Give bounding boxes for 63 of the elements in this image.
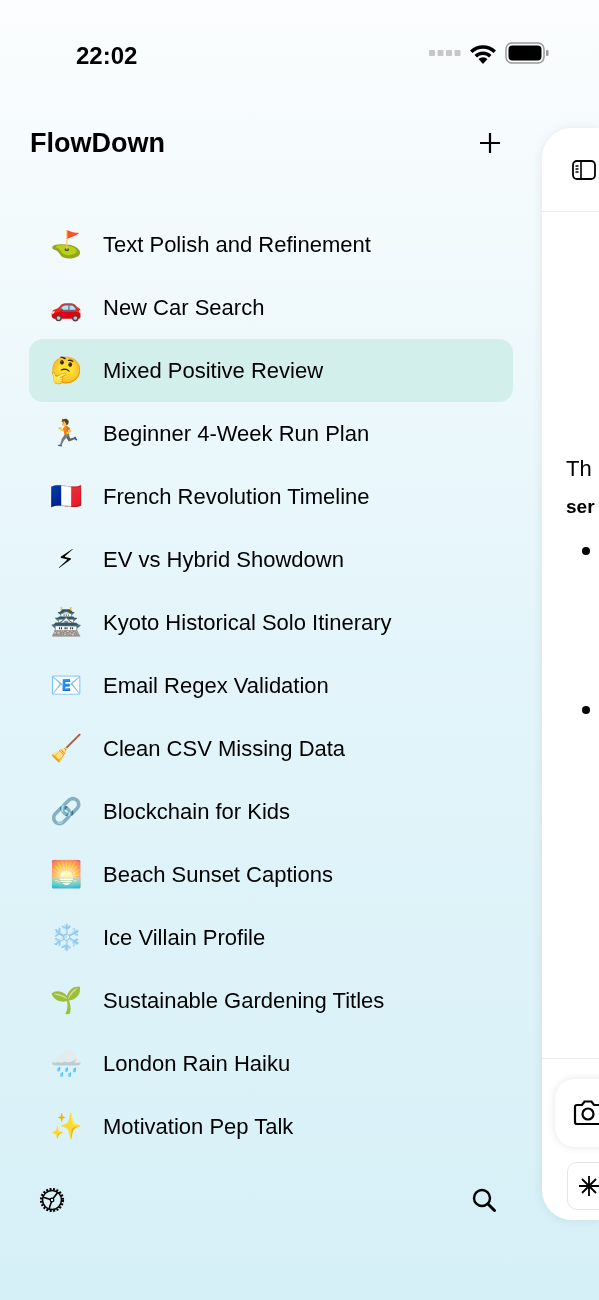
camera-icon xyxy=(573,1100,599,1126)
settings-icon xyxy=(38,1186,66,1214)
conversation-title: Mixed Positive Review xyxy=(103,357,324,385)
conversation-title: Beach Sunset Captions xyxy=(103,861,333,889)
conversation-title: Kyoto Historical Solo Itinerary xyxy=(103,609,392,637)
conversation-item[interactable]: ✨ Motivation Pep Talk xyxy=(29,1095,513,1158)
conversation-title: Text Polish and Refinement xyxy=(103,231,371,259)
bullet-icon xyxy=(582,706,590,714)
conversation-title: French Revolution Timeline xyxy=(103,483,370,511)
settings-button[interactable] xyxy=(37,1185,67,1215)
conversation-item[interactable]: 🔗 Blockchain for Kids xyxy=(29,780,513,843)
asterisk-icon xyxy=(578,1175,599,1197)
conversation-emoji: 🌧 xyxy=(49,1047,83,1080)
conversation-title: Motivation Pep Talk xyxy=(103,1113,294,1141)
conversation-item[interactable]: 🏯 Kyoto Historical Solo Itinerary xyxy=(29,591,513,654)
message-text: Th xyxy=(566,455,593,483)
conversation-emoji: 🤔 xyxy=(49,354,83,387)
conversation-item[interactable]: 🌱 Sustainable Gardening Titles xyxy=(29,969,513,1032)
conversation-emoji: ✨ xyxy=(49,1110,83,1143)
plus-icon xyxy=(479,132,501,154)
conversation-item[interactable]: 🌅 Beach Sunset Captions xyxy=(29,843,513,906)
conversation-title: Ice Villain Profile xyxy=(103,924,266,952)
conversation-title: London Rain Haiku xyxy=(103,1050,291,1078)
conversation-emoji: 📧 xyxy=(49,669,83,702)
conversation-item[interactable]: ⛳ Text Polish and Refinement xyxy=(29,213,513,276)
conversation-item[interactable]: 🚗 New Car Search xyxy=(29,276,513,339)
conversation-emoji: ⛳ xyxy=(49,228,83,261)
conversation-title: Clean CSV Missing Data xyxy=(103,735,346,763)
conversation-emoji: 🌅 xyxy=(49,858,83,891)
conversation-title: Beginner 4-Week Run Plan xyxy=(103,420,370,448)
conversation-item[interactable]: 🌧 London Rain Haiku xyxy=(29,1032,513,1095)
conversation-emoji: 🧹 xyxy=(49,732,83,765)
conversation-item[interactable]: 🏃 Beginner 4-Week Run Plan xyxy=(29,402,513,465)
conversation-emoji: ❄ xyxy=(49,921,83,954)
signal-icon xyxy=(429,49,461,57)
wifi-icon xyxy=(469,42,497,64)
conversation-title: Blockchain for Kids xyxy=(103,798,291,826)
status-time: 22:02 xyxy=(76,41,138,71)
conversation-emoji: 🏃 xyxy=(49,417,83,450)
conversation-item[interactable]: ⚡ EV vs Hybrid Showdown xyxy=(29,528,513,591)
conversation-title: New Car Search xyxy=(103,294,265,322)
conversation-item[interactable]: 🇫🇷 French Revolution Timeline xyxy=(29,465,513,528)
conversation-emoji: 🏯 xyxy=(49,606,83,639)
conversation-item[interactable]: 📧 Email Regex Validation xyxy=(29,654,513,717)
conversation-title: Email Regex Validation xyxy=(103,672,329,700)
asterisk-button[interactable] xyxy=(567,1162,599,1210)
conversation-emoji: 🚗 xyxy=(49,291,83,324)
conversation-title: Sustainable Gardening Titles xyxy=(103,987,385,1015)
conversation-emoji: 🌱 xyxy=(49,984,83,1017)
app-title: FlowDown xyxy=(30,126,165,160)
battery-icon xyxy=(505,42,549,64)
conversation-emoji: 🇫🇷 xyxy=(49,480,83,513)
conversation-item[interactable]: 🤔 Mixed Positive Review xyxy=(29,339,513,402)
camera-button[interactable] xyxy=(555,1079,599,1147)
conversation-emoji: 🔗 xyxy=(49,795,83,828)
bullet-icon xyxy=(582,547,590,555)
sidebar-icon[interactable] xyxy=(572,159,596,180)
conversation-emoji: ⚡ xyxy=(55,543,77,576)
conversation-title: EV vs Hybrid Showdown xyxy=(103,546,344,574)
message-text-bold: ser xyxy=(566,495,595,519)
conversation-item[interactable]: 🧹 Clean CSV Missing Data xyxy=(29,717,513,780)
conversation-item[interactable]: ❄ Ice Villain Profile xyxy=(29,906,513,969)
search-icon xyxy=(471,1187,497,1213)
